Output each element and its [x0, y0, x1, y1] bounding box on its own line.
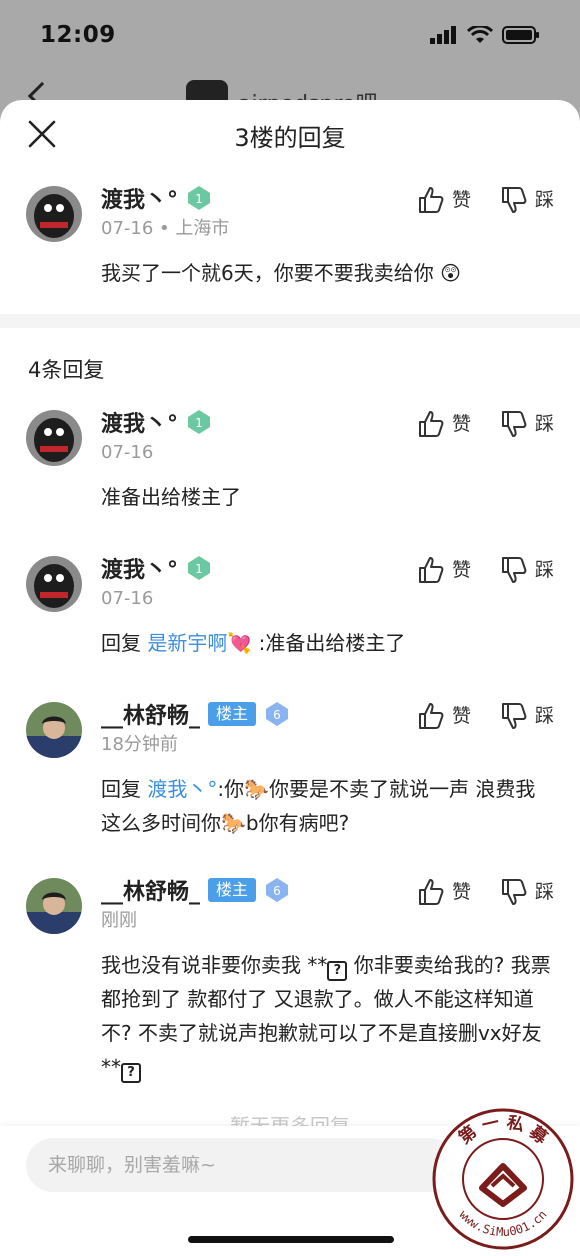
avatar[interactable] — [26, 702, 82, 758]
user-name[interactable]: __林舒畅_ — [101, 698, 200, 730]
like-label: 赞 — [451, 559, 471, 581]
reply-text-part: 我也没有说非要你卖我 ** — [101, 953, 328, 977]
gem-level-icon: 6 — [266, 702, 289, 726]
dislike-button[interactable]: 踩 — [501, 702, 554, 730]
comment-meta: 07-16 — [101, 588, 154, 609]
battery-icon — [502, 26, 539, 44]
thumbs-down-icon — [501, 557, 527, 583]
reply-prefix: 回复 — [101, 631, 148, 655]
reply-item: __林舒畅_ 楼主 6 18分钟前 回复 渡我丶°:你🐎你要是不卖了就说一声 浪… — [0, 692, 580, 868]
thumbs-up-icon — [418, 879, 444, 905]
status-icons — [430, 26, 540, 44]
dislike-button[interactable]: 踩 — [501, 410, 554, 438]
thumbs-down-icon — [501, 879, 527, 905]
svg-text:1: 1 — [195, 416, 203, 430]
comment-meta: 18分钟前 — [101, 734, 178, 755]
svg-text:1: 1 — [195, 192, 203, 206]
reply-text: :准备出给楼主了 — [252, 631, 406, 655]
comment-actions: 赞 踩 — [418, 556, 554, 584]
main-comment: 渡我丶° 1 07-16 • 上海市 我买了一个就6天，你要不要我卖给你 😲 赞… — [0, 166, 580, 314]
avatar[interactable] — [26, 186, 82, 242]
dislike-button[interactable]: 踩 — [501, 186, 554, 214]
comment-text: 我也没有说非要你卖我 **? 你非要卖给我的? 我票都抢到了 款都付了 又退款了… — [101, 948, 552, 1084]
comment-meta: 07-16 — [101, 442, 154, 463]
thumbs-up-icon — [418, 557, 444, 583]
avatar[interactable] — [26, 556, 82, 612]
reply-item: 渡我丶° 1 07-16 准备出给楼主了 赞 踩 — [0, 400, 580, 546]
dislike-label: 踩 — [534, 413, 554, 435]
unknown-char-icon: ? — [121, 1063, 141, 1083]
owner-badge: 楼主 — [208, 702, 257, 726]
comment-actions: 赞 踩 — [418, 702, 554, 730]
like-button[interactable]: 赞 — [418, 410, 471, 438]
like-button[interactable]: 赞 — [418, 556, 471, 584]
comment-text: 我买了一个就6天，你要不要我卖给你 😲 — [101, 261, 461, 285]
like-label: 赞 — [451, 705, 471, 727]
user-name[interactable]: __林舒畅_ — [101, 874, 200, 906]
reply-count: 4条回复 — [28, 358, 105, 382]
svg-text:6: 6 — [273, 708, 281, 722]
like-label: 赞 — [451, 413, 471, 435]
reply-item: __林舒畅_ 楼主 6 刚刚 我也没有说非要你卖我 **? 你非要卖给我的? 我… — [0, 868, 580, 1098]
gem-level-icon: 1 — [188, 186, 211, 210]
comment-text: 准备出给楼主了 — [101, 485, 241, 509]
reply-sheet: 3楼的回复 渡我丶° 1 07-16 • 上海市 我买了一个就6天，你要不要我卖… — [0, 100, 580, 1256]
comment-actions: 赞 踩 — [418, 186, 554, 214]
reply-to-user-link[interactable]: 是新宇啊💘 — [147, 631, 252, 655]
unknown-char-icon: ? — [327, 961, 348, 981]
sheet-header: 3楼的回复 — [0, 100, 580, 166]
dislike-button[interactable]: 踩 — [501, 878, 554, 906]
gem-level-icon: 1 — [188, 556, 211, 580]
comment-meta: 刚刚 — [101, 910, 137, 931]
reply-item: 渡我丶° 1 07-16 回复 是新宇啊💘 :准备出给楼主了 赞 踩 — [0, 546, 580, 692]
reply-prefix: 回复 — [101, 777, 148, 801]
dislike-label: 踩 — [534, 705, 554, 727]
like-label: 赞 — [451, 189, 471, 211]
gem-level-icon: 6 — [266, 878, 289, 902]
comment-text: 回复 渡我丶°:你🐎你要是不卖了就说一声 浪费我这么多时间你🐎b你有病吧? — [101, 772, 552, 840]
comment-actions: 赞 踩 — [418, 410, 554, 438]
reply-to-user-link[interactable]: 渡我丶° — [147, 777, 217, 801]
like-button[interactable]: 赞 — [418, 878, 471, 906]
thumbs-up-icon — [418, 411, 444, 437]
like-button[interactable]: 赞 — [418, 186, 471, 214]
like-button[interactable]: 赞 — [418, 702, 471, 730]
status-bar: 12:09 — [0, 0, 580, 70]
thumbs-up-icon — [418, 703, 444, 729]
thumbs-down-icon — [501, 187, 527, 213]
divider — [0, 314, 580, 328]
watermark-seal: 第 一 私 募 www.SiMu001.cn — [432, 1108, 574, 1250]
dislike-label: 踩 — [534, 559, 554, 581]
thumbs-down-icon — [501, 703, 527, 729]
avatar[interactable] — [26, 878, 82, 934]
user-name[interactable]: 渡我丶° — [101, 182, 178, 214]
dislike-button[interactable]: 踩 — [501, 556, 554, 584]
user-name[interactable]: 渡我丶° — [101, 552, 178, 584]
comment-actions: 赞 踩 — [418, 878, 554, 906]
user-name[interactable]: 渡我丶° — [101, 406, 178, 438]
comment-text: 回复 是新宇啊💘 :准备出给楼主了 — [101, 626, 552, 660]
dislike-label: 踩 — [534, 881, 554, 903]
thumbs-up-icon — [418, 187, 444, 213]
signal-icon — [430, 26, 456, 44]
gem-level-icon: 1 — [188, 410, 211, 434]
dislike-label: 踩 — [534, 189, 554, 211]
svg-text:1: 1 — [195, 562, 203, 576]
svg-text:6: 6 — [273, 884, 281, 898]
thumbs-down-icon — [501, 411, 527, 437]
like-label: 赞 — [451, 881, 471, 903]
sheet-title: 3楼的回复 — [234, 124, 346, 152]
home-indicator — [188, 1236, 394, 1243]
owner-badge: 楼主 — [208, 878, 257, 902]
comment-input[interactable]: 来聊聊，别害羞嘛~ — [26, 1138, 456, 1192]
avatar[interactable] — [26, 410, 82, 466]
status-time: 12:09 — [40, 22, 116, 48]
wifi-icon — [467, 26, 493, 43]
comment-meta: 07-16 • 上海市 — [101, 218, 230, 239]
